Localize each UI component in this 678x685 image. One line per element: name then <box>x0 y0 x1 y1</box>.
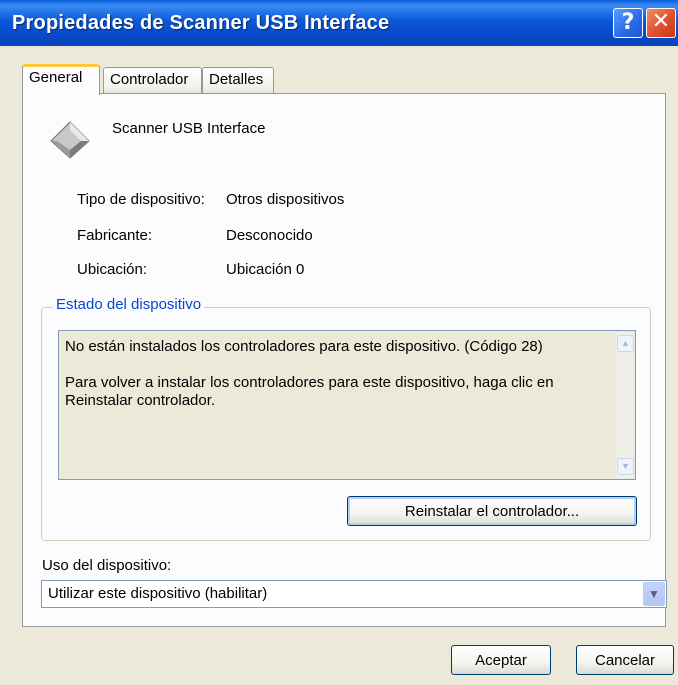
device-name: Scanner USB Interface <box>112 120 266 137</box>
cancel-button[interactable]: Cancelar <box>576 645 674 675</box>
status-scrollbar[interactable]: ▲ ▼ <box>616 332 634 478</box>
window-title: Propiedades de Scanner USB Interface <box>12 12 390 34</box>
device-diamond-icon <box>50 121 90 159</box>
tab-controlador[interactable]: Controlador <box>103 67 202 93</box>
device-usage-value: Utilizar este dispositivo (habilitar) <box>48 585 268 602</box>
status-line-error: No están instalados los controladores pa… <box>65 338 543 355</box>
scroll-down-icon[interactable]: ▼ <box>617 458 634 475</box>
tab-general[interactable]: General <box>22 64 100 95</box>
reinstall-driver-button[interactable]: Reinstalar el controlador... <box>347 496 637 526</box>
chevron-down-icon[interactable]: ▼ <box>643 582 665 606</box>
device-type-value: Otros dispositivos <box>226 191 345 208</box>
scroll-up-icon[interactable]: ▲ <box>617 335 634 352</box>
accept-button[interactable]: Aceptar <box>451 645 551 675</box>
help-button[interactable]: ? <box>613 8 643 38</box>
close-button[interactable]: ✕ <box>646 8 676 38</box>
manufacturer-label: Fabricante: <box>77 227 153 244</box>
title-bar[interactable]: Propiedades de Scanner USB Interface ? ✕ <box>0 0 678 46</box>
device-usage-label: Uso del dispositivo: <box>42 557 172 574</box>
manufacturer-value: Desconocido <box>226 227 313 244</box>
status-text-box[interactable]: No están instalados los controladores pa… <box>58 330 636 480</box>
location-value: Ubicación 0 <box>226 261 305 278</box>
device-status-legend: Estado del dispositivo <box>53 296 205 313</box>
tab-detalles[interactable]: Detalles <box>202 67 274 93</box>
status-message: No están instalados los controladores pa… <box>65 338 605 428</box>
device-type-label: Tipo de dispositivo: <box>77 191 205 208</box>
device-usage-select[interactable]: Utilizar este dispositivo (habilitar) ▼ <box>41 580 667 608</box>
location-label: Ubicación: <box>77 261 148 278</box>
properties-dialog: Propiedades de Scanner USB Interface ? ✕… <box>0 0 678 685</box>
status-line-instructions: Para volver a instalar los controladores… <box>65 374 554 409</box>
